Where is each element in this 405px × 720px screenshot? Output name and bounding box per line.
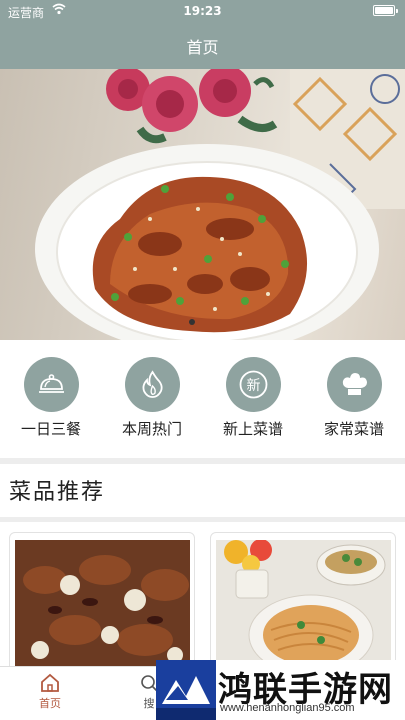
tab-label: 首页 <box>39 697 61 710</box>
flame-icon <box>124 357 180 412</box>
category-item-hot[interactable]: 本周热门 <box>112 357 192 439</box>
new-badge-icon: 新 <box>225 357 281 412</box>
carousel-indicator[interactable] <box>189 319 195 325</box>
category-item-new[interactable]: 新 新上菜谱 <box>213 357 293 439</box>
battery-icon <box>373 5 398 16</box>
section-title: 菜品推荐 <box>9 480 106 505</box>
recipe-card[interactable] <box>210 532 396 672</box>
tab-label: 搜 <box>143 697 155 710</box>
tab-home[interactable]: 首页 <box>20 673 80 711</box>
recipe-image <box>216 540 391 671</box>
category-item-home-style[interactable]: 家常菜谱 <box>314 357 394 439</box>
status-bar: 运营商 19:23 <box>0 0 405 22</box>
section-divider <box>0 458 405 464</box>
page-title: 首页 <box>186 38 219 57</box>
banner-food-image <box>35 69 405 340</box>
category-row: 一日三餐 本周热门 新 新上菜谱 家常菜谱 <box>0 340 405 456</box>
section-divider <box>0 517 405 522</box>
watermark: 鸿联手游网 www.henanhonglian95.com <box>156 660 405 720</box>
status-time: 19:23 <box>183 4 222 18</box>
svg-text:新: 新 <box>246 378 260 394</box>
banner-carousel[interactable] <box>0 69 405 340</box>
top-bar: 运营商 19:23 首页 <box>0 0 405 69</box>
category-label: 一日三餐 <box>20 420 81 438</box>
watermark-logo <box>156 660 216 720</box>
recipe-card[interactable] <box>9 532 195 672</box>
category-label: 本周热门 <box>121 420 182 438</box>
chef-hat-icon <box>326 357 382 412</box>
category-label: 新上菜谱 <box>222 420 283 438</box>
recipe-image <box>15 540 190 671</box>
home-icon <box>41 673 59 692</box>
category-label: 家常菜谱 <box>323 420 384 438</box>
category-item-meals[interactable]: 一日三餐 <box>11 357 91 439</box>
watermark-url: www.henanhonglian95.com <box>220 702 355 714</box>
dining-cloche-icon <box>23 357 79 412</box>
